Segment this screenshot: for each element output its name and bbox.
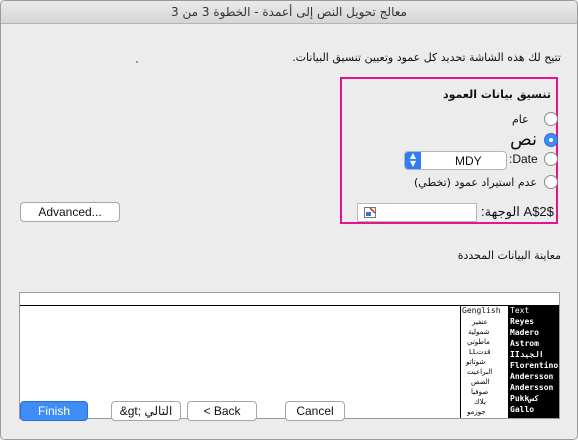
radio-general[interactable] [544, 112, 558, 126]
radio-skip[interactable] [544, 175, 558, 189]
preview-cell: شوتاتو [466, 358, 486, 366]
preview-top-strip [20, 293, 559, 306]
range-select-icon [364, 207, 376, 218]
preview-cell: قدتLL [469, 348, 491, 356]
radio-date-label: Date: [509, 152, 538, 166]
destination-value: $A$2 [523, 204, 554, 219]
title-bar: معالج تحويل النص إلى أعمدة - الخطوة 3 من… [1, 1, 577, 24]
wizard-window: معالج تحويل النص إلى أعمدة - الخطوة 3 من… [0, 0, 578, 440]
next-button[interactable]: &gt; التالي [111, 401, 181, 421]
date-format-value: MDY [455, 154, 482, 168]
preview-cell: البراعيت [467, 368, 493, 376]
date-format-select[interactable]: ▲ ▼ MDY [404, 151, 507, 170]
column-format-title: تنسيق بيانات العمود [443, 88, 551, 101]
destination-input[interactable] [357, 203, 477, 222]
preview-cell: الصص [471, 378, 490, 386]
radio-text-label: نص [510, 129, 538, 150]
radio-date[interactable] [544, 152, 558, 166]
preview-cell: صوفيا [471, 388, 489, 396]
stray-dot [136, 61, 138, 63]
window-title: معالج تحويل النص إلى أعمدة - الخطوة 3 من… [171, 5, 407, 19]
preview-cell: جوزمو [467, 408, 486, 416]
wizard-content: تتيح لك هذه الشاشة تحديد كل عمود وتعيين … [1, 24, 577, 439]
preview-cell: شمولية [468, 328, 490, 336]
preview-header-text: Text [510, 306, 530, 315]
destination-label: $A$2 الوجهة: [481, 204, 554, 220]
advanced-button[interactable]: Advanced... [20, 202, 120, 222]
preview-cell: ماطوتي [467, 338, 490, 346]
back-button[interactable]: < Back [187, 401, 257, 421]
instructions-text: تتيح لك هذه الشاشة تحديد كل عمود وتعيين … [292, 51, 561, 64]
data-preview[interactable]: Text Genglish Reyes Madero Astrom IIالجي… [19, 292, 560, 419]
preview-cell: Pukkكس [510, 394, 539, 403]
preview-cell: بلاك [474, 398, 486, 406]
radio-text[interactable] [544, 133, 558, 147]
preview-cell: IIالجيد [510, 350, 544, 359]
preview-cell: Andersson [510, 383, 554, 392]
preview-header-second: Genglish [462, 306, 501, 315]
preview-cell: Florentino [510, 361, 559, 370]
preview-cell: Astrom [510, 339, 539, 348]
cancel-button[interactable]: Cancel [285, 401, 345, 421]
radio-general-label: عام [512, 113, 529, 126]
preview-cell: Reyes [510, 317, 535, 326]
preview-label: معاينة البيانات المحددة [457, 249, 561, 262]
preview-cell: Gallo [510, 405, 535, 414]
preview-cell: عنفير [472, 318, 488, 326]
select-arrows-icon: ▲ ▼ [405, 152, 421, 169]
radio-skip-label: عدم استيراد عمود (تخطي) [413, 176, 537, 189]
preview-cell: Madero [510, 328, 539, 337]
destination-label-text: الوجهة: [481, 204, 520, 219]
finish-button[interactable]: Finish [20, 401, 88, 421]
preview-cell: Andersson [510, 372, 554, 381]
